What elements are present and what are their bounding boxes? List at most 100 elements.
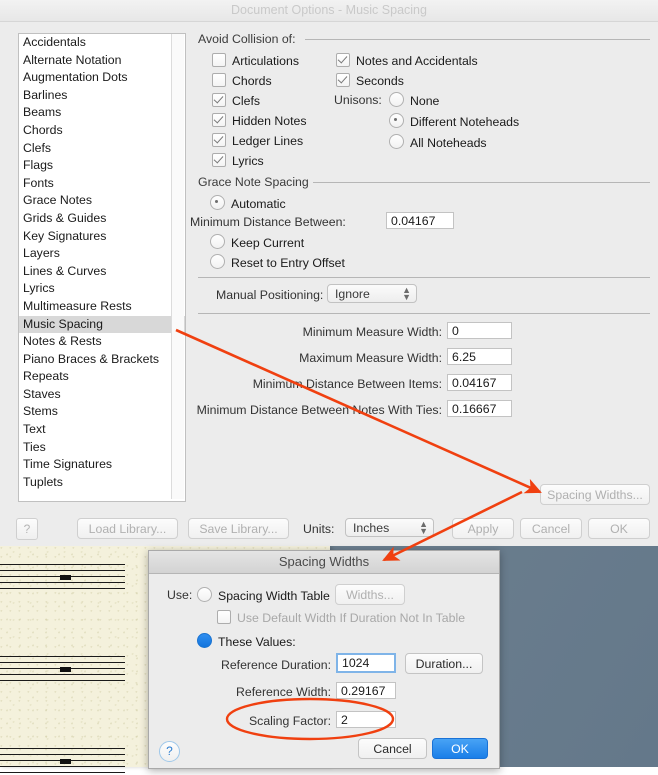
staff-system [0,748,125,775]
chevron-updown-icon: ▲ ▼ [402,285,411,302]
checkbox-label: Hidden Notes [232,114,307,128]
category-item-ties[interactable]: Ties [19,439,185,457]
category-item-alternate-notation[interactable]: Alternate Notation [19,52,185,70]
category-item-layers[interactable]: Layers [19,245,185,263]
category-item-staves[interactable]: Staves [19,386,185,404]
checkbox-chords[interactable]: Chords [212,73,272,88]
category-item-time-signatures[interactable]: Time Signatures [19,456,185,474]
category-item-music-spacing[interactable]: Music Spacing [19,315,185,334]
minimum-distance-notes-with-ties-field[interactable]: 0.16667 [447,400,512,417]
category-item-key-signatures[interactable]: Key Signatures [19,228,185,246]
category-item-accidentals[interactable]: Accidentals [19,34,185,52]
duration-button[interactable]: Duration... [405,653,483,674]
checkbox-label: Articulations [232,54,299,68]
radio-spacing-width-table[interactable]: Spacing Width Table [197,587,330,603]
category-item-stems[interactable]: Stems [19,403,185,421]
category-item-lyrics[interactable]: Lyrics [19,280,185,298]
checkbox-label: Clefs [232,94,261,108]
category-item-repeats[interactable]: Repeats [19,368,185,386]
grace-note-spacing-group-label: Grace Note Spacing [198,175,313,189]
units-select[interactable]: Inches ▲ ▼ [345,518,434,537]
category-list[interactable]: Accidentals Alternate Notation Augmentatio… [18,33,186,502]
radio-these-values[interactable]: These Values: [197,633,296,649]
minimum-distance-between-label: Minimum Distance Between: [190,215,346,229]
scaling-factor-field[interactable]: 2 [336,711,396,728]
category-item-flags[interactable]: Flags [19,157,185,175]
manual-positioning-select[interactable]: Ignore ▲ ▼ [327,284,417,303]
radio-icon [389,113,404,128]
category-item-notes-rests[interactable]: Notes & Rests [19,333,185,351]
unisons-label: Unisons: [334,93,382,107]
radio-label: Different Noteheads [410,115,520,129]
checkbox-ledger-lines[interactable]: Ledger Lines [212,133,303,148]
radio-icon [210,195,225,210]
category-item-multimeasure-rests[interactable]: Multimeasure Rests [19,298,185,316]
widths-button[interactable]: Widths... [335,584,405,605]
checkbox-lyrics[interactable]: Lyrics [212,153,264,168]
grace-note-spacing-rule [305,182,650,183]
category-item-grace-notes[interactable]: Grace Notes [19,192,185,210]
category-item-grids-guides[interactable]: Grids & Guides [19,210,185,228]
minimum-distance-between-items-label: Minimum Distance Between Items: [252,377,442,391]
ok-button[interactable]: OK [588,518,650,539]
apply-button[interactable]: Apply [452,518,514,539]
checkbox-icon [212,153,226,167]
reference-duration-field[interactable]: 1024 [336,653,396,673]
radio-label: Keep Current [231,236,305,250]
cancel-button[interactable]: Cancel [520,518,582,539]
category-item-fonts[interactable]: Fonts [19,175,185,193]
radio-icon [389,92,404,107]
radio-unisons-all-noteheads[interactable]: All Noteheads [389,134,487,150]
category-item-beams[interactable]: Beams [19,104,185,122]
reference-width-field[interactable]: 0.29167 [336,682,396,699]
checkbox-icon [212,53,226,67]
reference-duration-label: Reference Duration: [220,658,331,672]
checkbox-seconds[interactable]: Seconds [336,73,404,88]
units-label: Units: [303,522,335,536]
category-list-scrollbar[interactable] [171,34,184,499]
radio-icon [210,254,225,269]
checkbox-label: Lyrics [232,154,264,168]
spacing-widths-button[interactable]: Spacing Widths... [540,484,650,505]
checkbox-label: Ledger Lines [232,134,304,148]
maximum-measure-width-field[interactable]: 6.25 [447,348,512,365]
radio-icon [197,633,212,648]
category-item-text[interactable]: Text [19,421,185,439]
ok-button[interactable]: OK [432,738,488,759]
radio-grace-automatic[interactable]: Automatic [210,195,286,211]
load-library-button[interactable]: Load Library... [77,518,178,539]
category-item-augmentation-dots[interactable]: Augmentation Dots [19,69,185,87]
checkbox-icon [212,93,226,107]
spacing-widths-dialog: Spacing Widths Use: Spacing Width Table … [148,550,500,769]
radio-unisons-none[interactable]: None [389,92,439,108]
checkbox-clefs[interactable]: Clefs [212,93,260,108]
minimum-measure-width-label: Minimum Measure Width: [302,325,442,339]
manual-positioning-value: Ignore [335,287,370,301]
minimum-distance-between-field[interactable]: 0.04167 [386,212,454,229]
category-item-tuplets[interactable]: Tuplets [19,474,185,492]
category-item-clefs[interactable]: Clefs [19,140,185,158]
category-item-chords[interactable]: Chords [19,122,185,140]
help-button[interactable]: ? [16,518,38,540]
help-button[interactable]: ? [159,741,180,762]
minimum-distance-between-items-field[interactable]: 0.04167 [447,374,512,391]
category-item-piano-braces-brackets[interactable]: Piano Braces & Brackets [19,351,185,369]
category-item-lines-curves[interactable]: Lines & Curves [19,263,185,281]
whole-rest-icon [60,667,71,672]
scaling-factor-label: Scaling Factor: [248,714,331,728]
checkbox-use-default-width[interactable]: Use Default Width If Duration Not In Tab… [217,610,465,625]
minimum-distance-notes-with-ties-label: Minimum Distance Between Notes With Ties… [196,403,442,417]
category-item-barlines[interactable]: Barlines [19,87,185,105]
avoid-collision-group-label: Avoid Collision of: [198,32,300,46]
minimum-measure-width-field[interactable]: 0 [447,322,512,339]
save-library-button[interactable]: Save Library... [188,518,289,539]
cancel-button[interactable]: Cancel [358,738,427,759]
radio-grace-reset-to-entry-offset[interactable]: Reset to Entry Offset [210,254,345,270]
radio-grace-keep-current[interactable]: Keep Current [210,234,304,250]
checkbox-notes-and-accidentals[interactable]: Notes and Accidentals [336,53,478,68]
radio-unisons-different-noteheads[interactable]: Different Noteheads [389,113,519,129]
checkbox-articulations[interactable]: Articulations [212,53,299,68]
staff-system [0,564,125,591]
checkbox-hidden-notes[interactable]: Hidden Notes [212,113,307,128]
radio-label: These Values: [218,635,296,649]
